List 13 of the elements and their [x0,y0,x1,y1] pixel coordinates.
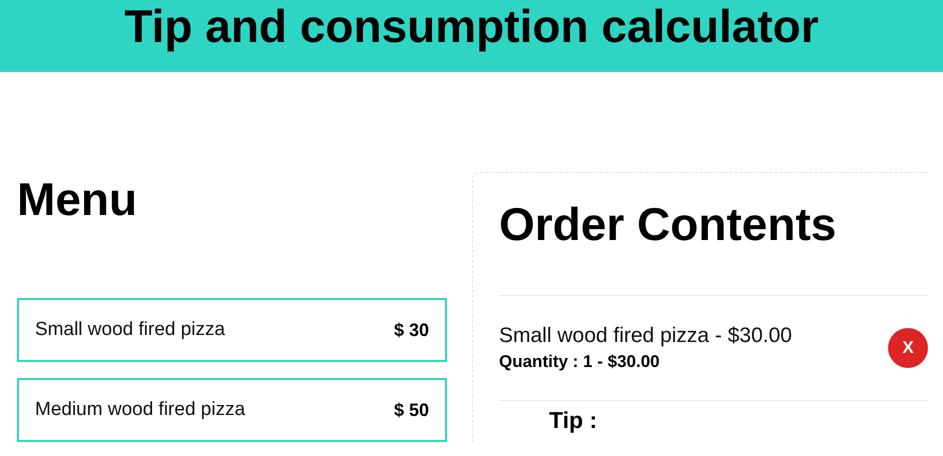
tip-label: Tip : [549,407,598,434]
item-name: Medium wood fired pizza [35,399,246,421]
order-item-name: Small wood fired pizza - $30.00 [499,324,792,348]
page-title: Tip and consumption calculator [124,0,819,52]
menu-heading: Menu [17,172,138,226]
item-name: Small wood fired pizza [35,319,226,341]
item-price: $ 30 [394,320,429,340]
item-price: $ 50 [394,400,429,420]
remove-button[interactable]: X [888,328,928,368]
order-item-quantity: Quantity : 1 - $30.00 [499,352,661,372]
menu-item[interactable]: Medium wood fired pizza $ 50 [17,378,447,442]
order-heading: Order Contents [499,197,838,251]
menu-item[interactable]: Small wood fired pizza $ 30 [17,298,447,362]
